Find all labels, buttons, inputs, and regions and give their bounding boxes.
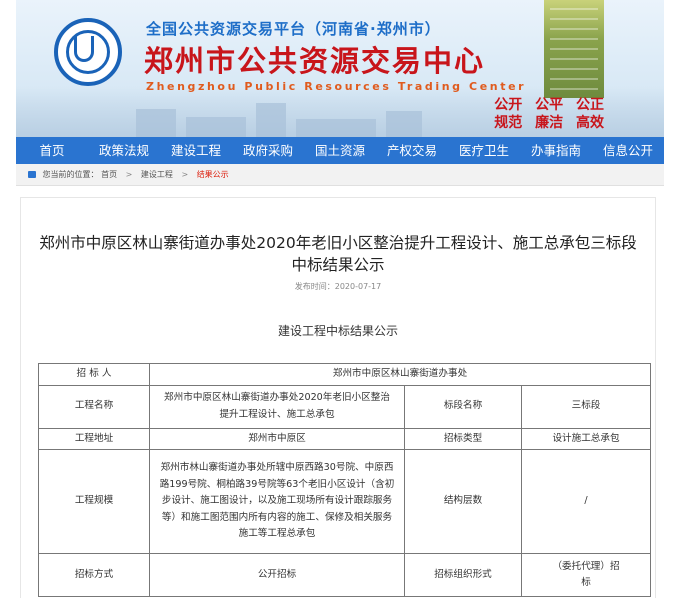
page: 全国公共资源交易平台（河南省·郑州市） 郑州市公共资源交易中心 Zhengzho… (0, 0, 674, 598)
nav-item-policy[interactable]: 政策法规 (88, 137, 160, 164)
table-row: 工程名称 郑州市中原区林山寨街道办事处2020年老旧小区整治提升工程设计、施工总… (38, 384, 652, 429)
nav-item-property[interactable]: 产权交易 (376, 137, 448, 164)
slogan: 公开 公平 公正 规范 廉洁 高效 (494, 96, 612, 132)
content-panel: 郑州市中原区林山寨街道办事处2020年老旧小区整治提升工程设计、施工总承包 三标段… (20, 197, 656, 598)
table-label: 工程规模 (38, 449, 150, 554)
table-value: 公开招标 (149, 553, 405, 597)
table-value: （委托代理）招标 (520, 553, 652, 597)
breadcrumb: 您当前的位置： 首页 > 建设工程 > 结果公示 (16, 164, 664, 186)
slogan-word: 规范 (494, 115, 523, 131)
table-value: 郑州市中原区 (149, 427, 405, 450)
tower-decoration (544, 0, 604, 98)
main-nav: 首页 政策法规 建设工程 政府采购 国土资源 产权交易 医疗卫生 办事指南 信息… (16, 137, 664, 164)
nav-item-land[interactable]: 国土资源 (304, 137, 376, 164)
site-subtitle: 全国公共资源交易平台（河南省·郑州市） (146, 20, 441, 38)
slogan-word: 公平 (535, 97, 564, 113)
slogan-word: 高效 (576, 115, 604, 131)
table-label: 工程地址 (38, 427, 150, 450)
table-value: 三标段 (520, 384, 652, 429)
breadcrumb-current[interactable]: 结果公示 (197, 170, 229, 179)
logo-icon[interactable] (54, 18, 122, 86)
slogan-word: 公开 (494, 97, 523, 113)
table-label: 结构层数 (404, 449, 522, 554)
table-label: 工程名称 (38, 384, 150, 429)
table-label: 招标方式 (38, 553, 150, 597)
publish-date: 发布时间：2020-07-17 (294, 282, 382, 291)
nav-item-disclosure[interactable]: 信息公开 (592, 137, 664, 164)
table-value: 设计施工总承包 (520, 427, 652, 450)
breadcrumb-link-home[interactable]: 首页 (101, 170, 117, 179)
table-label: 标段名称 (404, 384, 522, 429)
breadcrumb-link-construction[interactable]: 建设工程 (141, 170, 173, 179)
nav-item-home[interactable]: 首页 (16, 137, 88, 164)
breadcrumb-separator: > (181, 170, 189, 179)
building-decoration (136, 109, 176, 137)
table-value: 郑州市中原区林山寨街道办事处 (148, 363, 652, 386)
table-row: 工程规模 郑州市林山寨街道办事处所辖中原西路30号院、中原西路199号院、桐柏路… (38, 449, 652, 554)
header-banner: 全国公共资源交易平台（河南省·郑州市） 郑州市公共资源交易中心 Zhengzho… (16, 0, 664, 137)
table-label: 招标组织形式 (404, 553, 522, 597)
table-row: 招 标 人 郑州市中原区林山寨街道办事处 (38, 363, 652, 386)
table-value: 郑州市林山寨街道办事处所辖中原西路30号院、中原西路199号院、桐柏路39号院等… (149, 449, 405, 554)
table-value: 郑州市中原区林山寨街道办事处2020年老旧小区整治提升工程设计、施工总承包 (149, 384, 405, 429)
result-table: 招 标 人 郑州市中原区林山寨街道办事处 工程名称 郑州市中原区林山寨街道办事处… (38, 363, 652, 597)
home-icon (28, 171, 36, 178)
slogan-word: 廉洁 (535, 115, 564, 131)
site-title: 郑州市公共资源交易中心 (144, 44, 486, 78)
nav-item-procurement[interactable]: 政府采购 (232, 137, 304, 164)
building-decoration (186, 117, 246, 137)
table-label: 招标类型 (404, 427, 522, 450)
table-row: 招标方式 公开招标 招标组织形式 （委托代理）招标 (38, 553, 652, 597)
nav-item-medical[interactable]: 医疗卫生 (448, 137, 520, 164)
building-decoration (296, 119, 376, 137)
section-title: 建设工程中标结果公示 (277, 324, 398, 338)
breadcrumb-prefix: 您当前的位置： (42, 170, 99, 179)
article-title: 郑州市中原区林山寨街道办事处2020年老旧小区整治提升工程设计、施工总承包三标段… (39, 234, 637, 274)
table-row: 工程地址 郑州市中原区 招标类型 设计施工总承包 (38, 427, 652, 450)
building-decoration (256, 103, 286, 137)
nav-item-guide[interactable]: 办事指南 (520, 137, 592, 164)
building-decoration (386, 111, 422, 137)
nav-item-construction[interactable]: 建设工程 (160, 137, 232, 164)
slogan-word: 公正 (576, 97, 604, 113)
table-label: 招 标 人 (38, 363, 150, 386)
site-english-title: Zhengzhou Public Resources Trading Cente… (146, 80, 527, 93)
breadcrumb-separator: > (125, 170, 133, 179)
table-value: / (520, 449, 652, 554)
